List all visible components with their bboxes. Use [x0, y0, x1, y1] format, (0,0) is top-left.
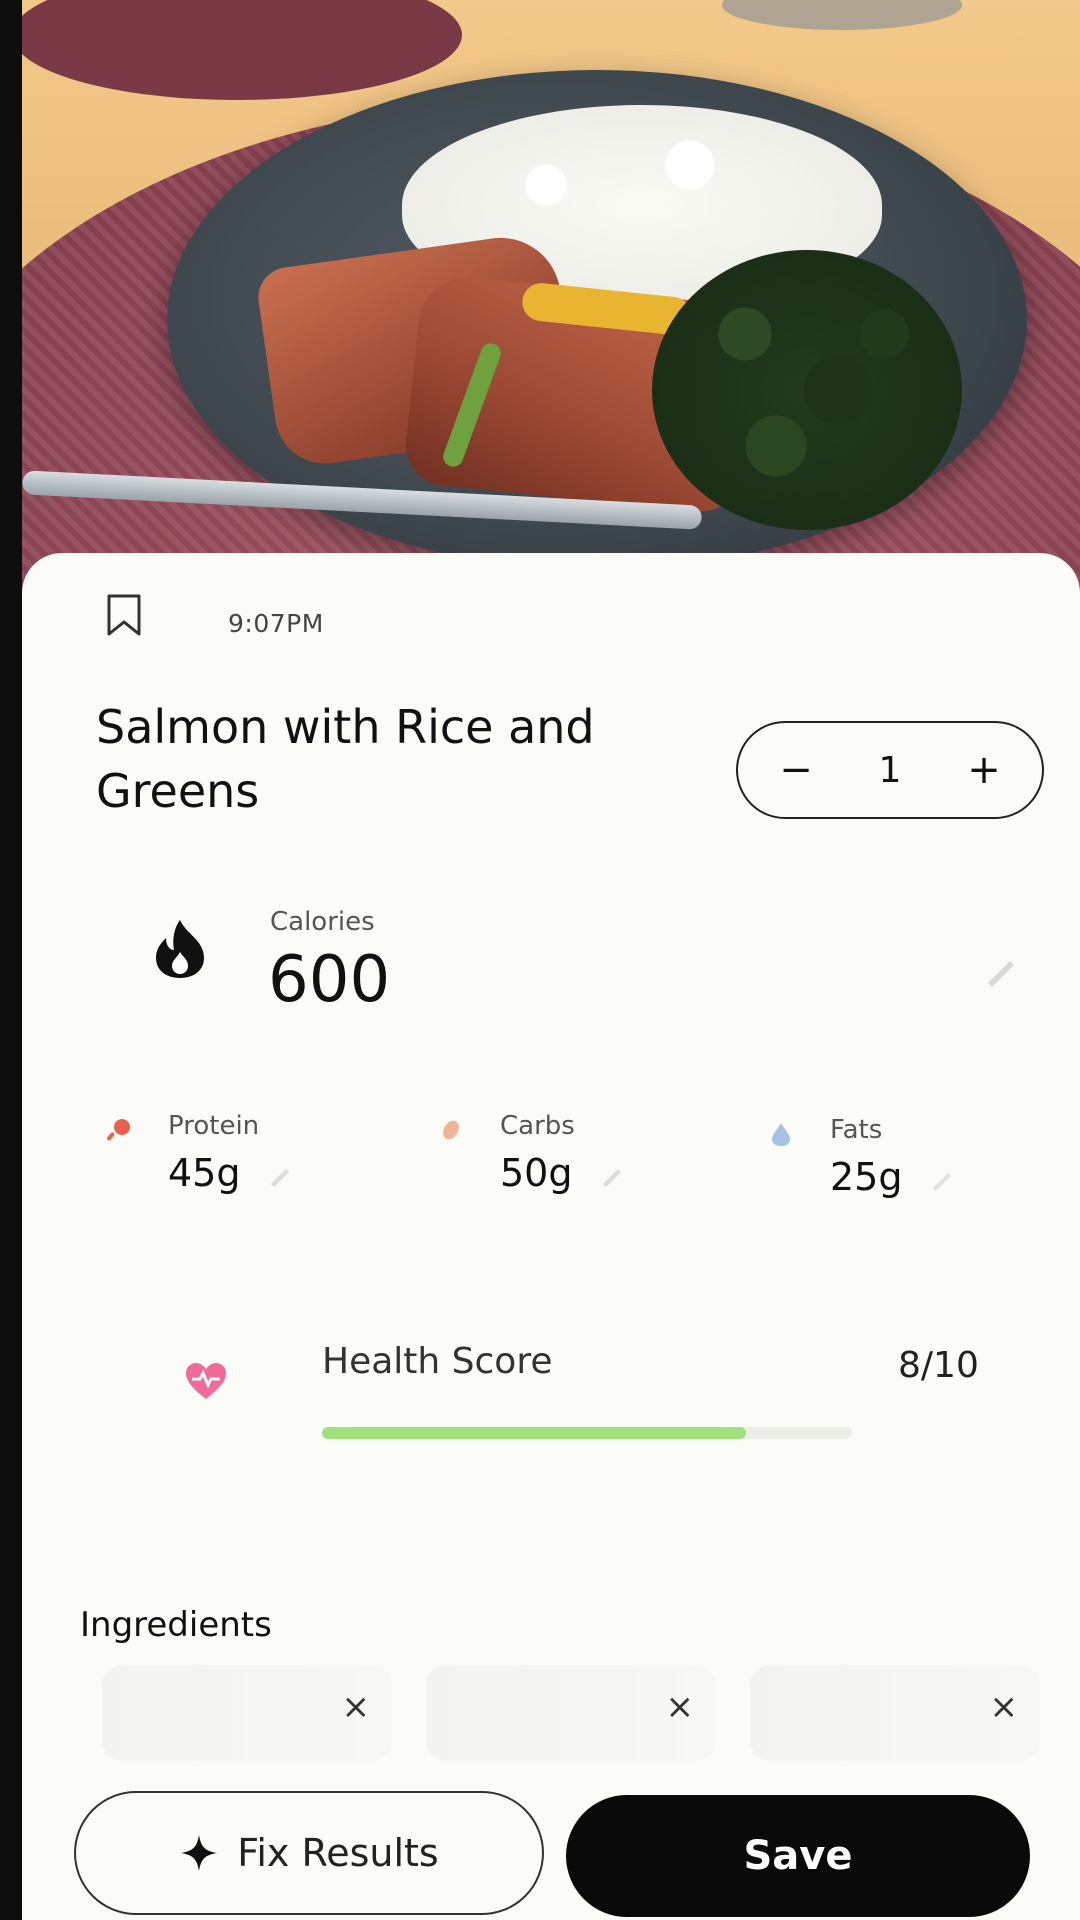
wheat-icon [443, 1120, 459, 1140]
flame-icon [156, 920, 204, 978]
heart-pulse-icon [186, 1363, 226, 1399]
calories-label: Calories [270, 907, 375, 937]
ingredient-chip[interactable]: × [102, 1665, 392, 1761]
meal-photo [22, 0, 1080, 600]
servings-value: 1 [878, 749, 902, 791]
macro-protein: Protein 45g [106, 1111, 406, 1221]
health-score-bar [322, 1427, 852, 1439]
greens [652, 250, 962, 530]
macro-fats: Fats 25g [768, 1115, 1068, 1225]
edit-carbs-icon[interactable] [598, 1161, 626, 1189]
fats-value: 25g [830, 1155, 903, 1199]
health-score-value: 8/10 [898, 1345, 979, 1386]
servings-stepper: − 1 + [736, 721, 1044, 819]
decrease-button[interactable]: − [776, 750, 816, 790]
edit-calories-icon[interactable] [980, 951, 1020, 991]
remove-ingredient-button[interactable]: × [990, 1687, 1019, 1727]
health-score-fill [322, 1427, 746, 1439]
macro-carbs: Carbs 50g [438, 1111, 738, 1221]
health-score-label: Health Score [322, 1341, 553, 1382]
increase-button[interactable]: + [964, 750, 1004, 790]
protein-label: Protein [168, 1111, 260, 1141]
bookmark-icon[interactable] [106, 593, 142, 637]
remove-ingredient-button[interactable]: × [666, 1687, 695, 1727]
meal-detail-sheet: 9:07PM Salmon with Rice and Greens − 1 +… [22, 553, 1080, 1920]
meal-time: 9:07PM [228, 609, 324, 638]
ingredients-title: Ingredients [80, 1605, 272, 1645]
edit-fats-icon[interactable] [928, 1165, 956, 1193]
cup [722, 0, 962, 30]
save-button[interactable]: Save [566, 1795, 1030, 1917]
sparkle-icon [181, 1835, 218, 1871]
calories-value: 600 [268, 943, 391, 1017]
fix-results-button[interactable]: Fix Results [74, 1791, 544, 1915]
drumstick-icon [107, 1119, 130, 1141]
fats-label: Fats [830, 1115, 883, 1145]
protein-value: 45g [168, 1151, 241, 1195]
ingredient-chip[interactable]: × [426, 1665, 716, 1761]
ingredient-chip[interactable]: × [750, 1665, 1040, 1761]
remove-ingredient-button[interactable]: × [342, 1687, 371, 1727]
carbs-value: 50g [500, 1151, 573, 1195]
carbs-label: Carbs [500, 1111, 575, 1141]
edit-protein-icon[interactable] [266, 1161, 294, 1189]
droplet-icon [772, 1123, 790, 1146]
fix-results-label: Fix Results [237, 1831, 439, 1875]
placemat-edge [22, 0, 462, 100]
meal-title: Salmon with Rice and Greens [96, 700, 595, 818]
